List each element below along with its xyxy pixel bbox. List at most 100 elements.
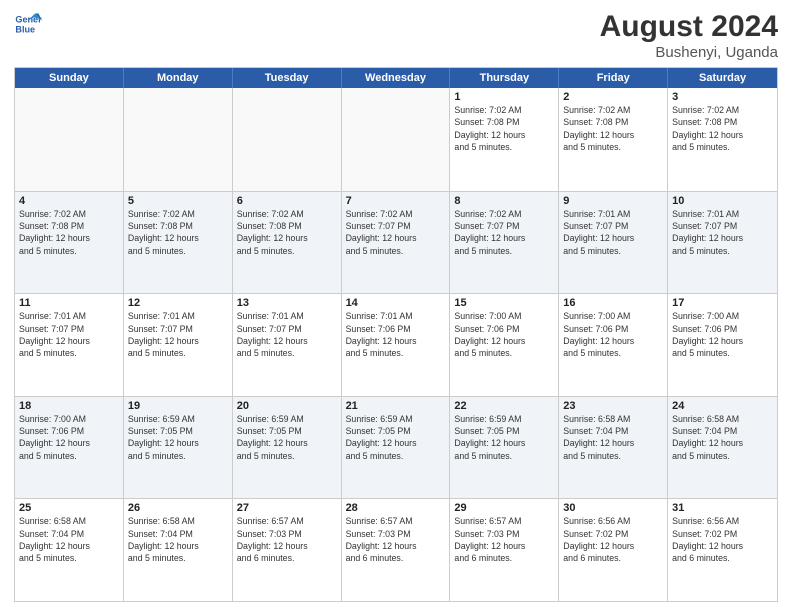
day-number: 12 xyxy=(128,297,228,309)
calendar-week-2: 4Sunrise: 7:02 AM Sunset: 7:08 PM Daylig… xyxy=(15,191,777,294)
day-number: 10 xyxy=(672,195,773,207)
day-cell-18: 18Sunrise: 7:00 AM Sunset: 7:06 PM Dayli… xyxy=(15,397,124,499)
day-info: Sunrise: 7:01 AM Sunset: 7:07 PM Dayligh… xyxy=(237,310,337,359)
day-cell-21: 21Sunrise: 6:59 AM Sunset: 7:05 PM Dayli… xyxy=(342,397,451,499)
weekday-header-tuesday: Tuesday xyxy=(233,68,342,88)
day-cell-14: 14Sunrise: 7:01 AM Sunset: 7:06 PM Dayli… xyxy=(342,294,451,396)
day-number: 26 xyxy=(128,502,228,514)
day-info: Sunrise: 6:57 AM Sunset: 7:03 PM Dayligh… xyxy=(237,515,337,564)
calendar-week-1: 1Sunrise: 7:02 AM Sunset: 7:08 PM Daylig… xyxy=(15,88,777,191)
day-cell-19: 19Sunrise: 6:59 AM Sunset: 7:05 PM Dayli… xyxy=(124,397,233,499)
day-number: 24 xyxy=(672,400,773,412)
day-number: 5 xyxy=(128,195,228,207)
day-cell-26: 26Sunrise: 6:58 AM Sunset: 7:04 PM Dayli… xyxy=(124,499,233,601)
day-info: Sunrise: 6:57 AM Sunset: 7:03 PM Dayligh… xyxy=(346,515,446,564)
day-cell-20: 20Sunrise: 6:59 AM Sunset: 7:05 PM Dayli… xyxy=(233,397,342,499)
day-number: 25 xyxy=(19,502,119,514)
day-cell-4: 4Sunrise: 7:02 AM Sunset: 7:08 PM Daylig… xyxy=(15,192,124,294)
calendar-week-3: 11Sunrise: 7:01 AM Sunset: 7:07 PM Dayli… xyxy=(15,293,777,396)
day-info: Sunrise: 7:02 AM Sunset: 7:08 PM Dayligh… xyxy=(19,208,119,257)
day-cell-28: 28Sunrise: 6:57 AM Sunset: 7:03 PM Dayli… xyxy=(342,499,451,601)
day-number: 28 xyxy=(346,502,446,514)
day-cell-7: 7Sunrise: 7:02 AM Sunset: 7:07 PM Daylig… xyxy=(342,192,451,294)
day-cell-9: 9Sunrise: 7:01 AM Sunset: 7:07 PM Daylig… xyxy=(559,192,668,294)
weekday-header-friday: Friday xyxy=(559,68,668,88)
day-cell-6: 6Sunrise: 7:02 AM Sunset: 7:08 PM Daylig… xyxy=(233,192,342,294)
day-number: 18 xyxy=(19,400,119,412)
day-cell-10: 10Sunrise: 7:01 AM Sunset: 7:07 PM Dayli… xyxy=(668,192,777,294)
empty-cell xyxy=(15,88,124,191)
day-cell-1: 1Sunrise: 7:02 AM Sunset: 7:08 PM Daylig… xyxy=(450,88,559,191)
day-cell-11: 11Sunrise: 7:01 AM Sunset: 7:07 PM Dayli… xyxy=(15,294,124,396)
calendar-body: 1Sunrise: 7:02 AM Sunset: 7:08 PM Daylig… xyxy=(15,88,777,601)
day-info: Sunrise: 6:58 AM Sunset: 7:04 PM Dayligh… xyxy=(19,515,119,564)
page-header: General Blue August 2024 Bushenyi, Ugand… xyxy=(14,10,778,61)
location-title: Bushenyi, Uganda xyxy=(600,44,778,61)
month-title: August 2024 xyxy=(600,10,778,44)
day-number: 16 xyxy=(563,297,663,309)
day-info: Sunrise: 6:56 AM Sunset: 7:02 PM Dayligh… xyxy=(672,515,773,564)
day-cell-3: 3Sunrise: 7:02 AM Sunset: 7:08 PM Daylig… xyxy=(668,88,777,191)
day-number: 20 xyxy=(237,400,337,412)
weekday-header-sunday: Sunday xyxy=(15,68,124,88)
title-block: August 2024 Bushenyi, Uganda xyxy=(600,10,778,61)
day-number: 29 xyxy=(454,502,554,514)
day-info: Sunrise: 7:01 AM Sunset: 7:07 PM Dayligh… xyxy=(672,208,773,257)
calendar-week-4: 18Sunrise: 7:00 AM Sunset: 7:06 PM Dayli… xyxy=(15,396,777,499)
day-number: 6 xyxy=(237,195,337,207)
day-info: Sunrise: 6:59 AM Sunset: 7:05 PM Dayligh… xyxy=(346,413,446,462)
day-number: 27 xyxy=(237,502,337,514)
day-info: Sunrise: 6:58 AM Sunset: 7:04 PM Dayligh… xyxy=(672,413,773,462)
day-number: 22 xyxy=(454,400,554,412)
day-number: 9 xyxy=(563,195,663,207)
day-cell-5: 5Sunrise: 7:02 AM Sunset: 7:08 PM Daylig… xyxy=(124,192,233,294)
day-info: Sunrise: 7:01 AM Sunset: 7:07 PM Dayligh… xyxy=(19,310,119,359)
day-number: 30 xyxy=(563,502,663,514)
day-cell-27: 27Sunrise: 6:57 AM Sunset: 7:03 PM Dayli… xyxy=(233,499,342,601)
day-info: Sunrise: 7:02 AM Sunset: 7:07 PM Dayligh… xyxy=(346,208,446,257)
day-cell-17: 17Sunrise: 7:00 AM Sunset: 7:06 PM Dayli… xyxy=(668,294,777,396)
day-info: Sunrise: 7:00 AM Sunset: 7:06 PM Dayligh… xyxy=(19,413,119,462)
empty-cell xyxy=(124,88,233,191)
day-number: 3 xyxy=(672,91,773,103)
day-info: Sunrise: 7:00 AM Sunset: 7:06 PM Dayligh… xyxy=(563,310,663,359)
day-cell-13: 13Sunrise: 7:01 AM Sunset: 7:07 PM Dayli… xyxy=(233,294,342,396)
day-cell-15: 15Sunrise: 7:00 AM Sunset: 7:06 PM Dayli… xyxy=(450,294,559,396)
weekday-header-saturday: Saturday xyxy=(668,68,777,88)
day-number: 7 xyxy=(346,195,446,207)
day-info: Sunrise: 6:58 AM Sunset: 7:04 PM Dayligh… xyxy=(128,515,228,564)
day-info: Sunrise: 7:01 AM Sunset: 7:06 PM Dayligh… xyxy=(346,310,446,359)
day-number: 2 xyxy=(563,91,663,103)
svg-text:Blue: Blue xyxy=(15,24,35,34)
day-info: Sunrise: 7:02 AM Sunset: 7:08 PM Dayligh… xyxy=(128,208,228,257)
day-info: Sunrise: 7:00 AM Sunset: 7:06 PM Dayligh… xyxy=(672,310,773,359)
day-number: 17 xyxy=(672,297,773,309)
day-cell-24: 24Sunrise: 6:58 AM Sunset: 7:04 PM Dayli… xyxy=(668,397,777,499)
day-number: 15 xyxy=(454,297,554,309)
calendar-week-5: 25Sunrise: 6:58 AM Sunset: 7:04 PM Dayli… xyxy=(15,498,777,601)
day-info: Sunrise: 6:59 AM Sunset: 7:05 PM Dayligh… xyxy=(454,413,554,462)
day-number: 31 xyxy=(672,502,773,514)
day-number: 1 xyxy=(454,91,554,103)
day-info: Sunrise: 7:02 AM Sunset: 7:07 PM Dayligh… xyxy=(454,208,554,257)
calendar-header: SundayMondayTuesdayWednesdayThursdayFrid… xyxy=(15,68,777,88)
calendar: SundayMondayTuesdayWednesdayThursdayFrid… xyxy=(14,67,778,602)
weekday-header-thursday: Thursday xyxy=(450,68,559,88)
day-number: 14 xyxy=(346,297,446,309)
day-info: Sunrise: 7:02 AM Sunset: 7:08 PM Dayligh… xyxy=(672,104,773,153)
day-info: Sunrise: 6:57 AM Sunset: 7:03 PM Dayligh… xyxy=(454,515,554,564)
empty-cell xyxy=(233,88,342,191)
day-cell-22: 22Sunrise: 6:59 AM Sunset: 7:05 PM Dayli… xyxy=(450,397,559,499)
day-info: Sunrise: 7:02 AM Sunset: 7:08 PM Dayligh… xyxy=(237,208,337,257)
day-info: Sunrise: 7:02 AM Sunset: 7:08 PM Dayligh… xyxy=(454,104,554,153)
day-info: Sunrise: 6:59 AM Sunset: 7:05 PM Dayligh… xyxy=(128,413,228,462)
day-info: Sunrise: 6:56 AM Sunset: 7:02 PM Dayligh… xyxy=(563,515,663,564)
day-info: Sunrise: 7:02 AM Sunset: 7:08 PM Dayligh… xyxy=(563,104,663,153)
day-cell-29: 29Sunrise: 6:57 AM Sunset: 7:03 PM Dayli… xyxy=(450,499,559,601)
day-info: Sunrise: 7:01 AM Sunset: 7:07 PM Dayligh… xyxy=(563,208,663,257)
day-cell-25: 25Sunrise: 6:58 AM Sunset: 7:04 PM Dayli… xyxy=(15,499,124,601)
day-number: 19 xyxy=(128,400,228,412)
day-info: Sunrise: 6:58 AM Sunset: 7:04 PM Dayligh… xyxy=(563,413,663,462)
day-cell-2: 2Sunrise: 7:02 AM Sunset: 7:08 PM Daylig… xyxy=(559,88,668,191)
day-number: 11 xyxy=(19,297,119,309)
